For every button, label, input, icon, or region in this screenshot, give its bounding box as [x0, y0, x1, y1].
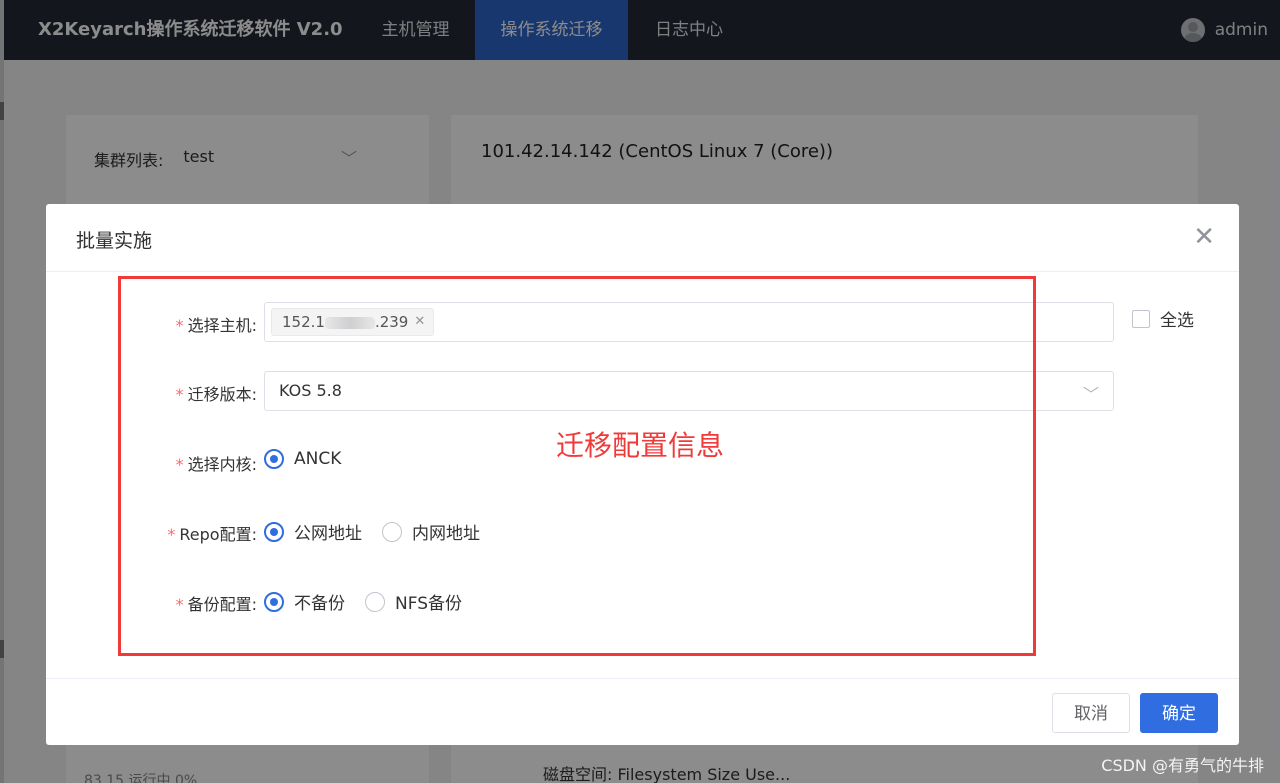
confirm-button[interactable]: 确定	[1140, 693, 1218, 733]
select-all-label: 全选	[1160, 311, 1194, 331]
select-all-checkbox[interactable]: 全选	[1132, 306, 1194, 331]
chevron-down-icon[interactable]: ﹀	[1083, 381, 1099, 405]
cancel-button[interactable]: 取消	[1052, 693, 1130, 733]
checkbox-box[interactable]	[1132, 309, 1150, 328]
watermark: CSDN @有勇气的牛排	[1101, 756, 1264, 775]
annotation-label: 迁移配置信息	[556, 429, 725, 462]
annotation-box	[118, 276, 1036, 656]
dialog-footer: 取消 确定	[46, 678, 1239, 745]
dialog-title: 批量实施	[76, 230, 153, 252]
dialog-header: 批量实施 ✕	[46, 204, 1239, 272]
close-icon[interactable]: ✕	[1193, 222, 1215, 252]
